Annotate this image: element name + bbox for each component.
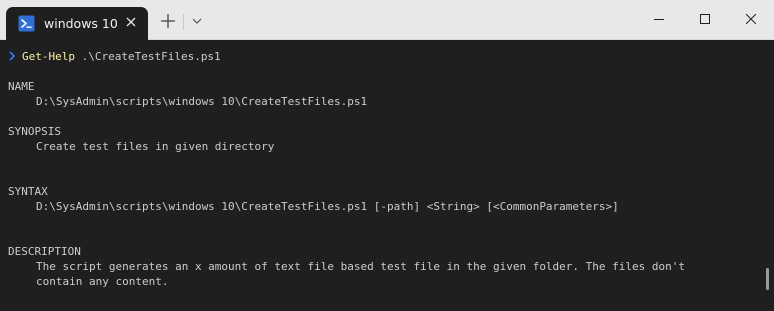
minimize-icon [654,19,664,20]
section-line: D:\SysAdmin\scripts\windows 10\CreateTes… [36,200,619,213]
section-heading-synopsis: SYNOPSIS [8,125,61,138]
close-tab-icon[interactable] [123,14,139,30]
chevron-down-icon[interactable] [189,13,205,29]
maximize-icon [700,14,710,24]
tab-title: windows 10 [44,16,118,31]
section-line: The script generates an x amount of text… [36,260,686,273]
maximize-button[interactable] [682,0,728,39]
command-name: Get-Help [22,50,75,63]
prompt-command-line: Get-Help .\CreateTestFiles.ps1 [22,49,221,64]
close-button[interactable] [728,0,774,39]
tab-windows-10[interactable]: windows 10 [6,7,148,40]
powershell-icon [18,15,35,32]
command-argument: .\CreateTestFiles.ps1 [74,50,221,63]
prompt-chevron-icon [9,51,16,61]
section-line: Create test files in given directory [36,140,275,153]
section-heading-name: NAME [8,80,35,93]
title-bar: windows 10 [0,0,774,40]
section-line: D:\SysAdmin\scripts\windows 10\CreateTes… [36,95,368,108]
section-line: contain any content. [36,275,169,288]
scrollbar-thumb[interactable] [766,268,769,290]
section-heading-syntax: SYNTAX [8,185,48,198]
terminal-output[interactable]: Get-Help .\CreateTestFiles.ps1 NAME D:\S… [0,40,762,311]
section-heading-description: DESCRIPTION [8,245,81,258]
tab-separator [183,14,184,30]
close-icon [746,14,756,24]
terminal-window: windows 10 Get-Help .\CreateTestFiles.ps… [0,0,774,311]
minimize-button[interactable] [636,0,682,39]
new-tab-plus-icon[interactable] [158,11,178,31]
